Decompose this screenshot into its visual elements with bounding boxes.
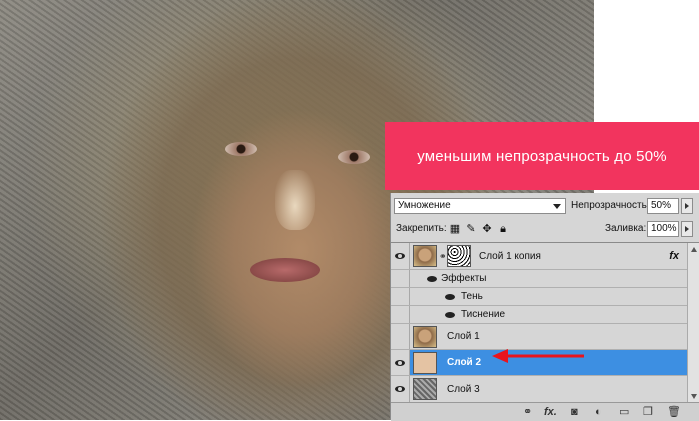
fill-label: Заливка: [605, 223, 647, 234]
effects-group-row[interactable]: Эффекты [391, 270, 687, 288]
workspace-background [594, 0, 699, 122]
nose [275, 170, 315, 230]
layer-thumbnail [413, 352, 437, 374]
lock-label: Закрепить: [396, 223, 447, 234]
lock-move-icon[interactable]: ✥ [481, 221, 493, 237]
layer-name: Слой 3 [447, 384, 480, 395]
opacity-label: Непрозрачность: [571, 200, 650, 211]
layer-name: Слой 1 копия [479, 251, 541, 262]
layer-row[interactable]: Слой 1 [391, 324, 687, 350]
layer-name: Слой 2 [447, 357, 482, 368]
layer-thumbnail [413, 378, 437, 400]
scroll-up-icon[interactable] [691, 247, 697, 252]
lock-transparency-icon[interactable]: ▦ [449, 221, 461, 237]
blend-mode-select[interactable]: Умножение [394, 198, 566, 214]
blend-mode-value: Умножение [398, 200, 451, 211]
layer-thumbnail [413, 245, 437, 267]
new-group-icon[interactable]: ▭ [619, 405, 629, 419]
annotation-banner: уменьшим непрозрачность до 50% [385, 122, 699, 190]
left-eye [225, 142, 257, 156]
layers-panel: Умножение Непрозрачность: 50% Закрепить:… [390, 193, 699, 421]
annotation-text: уменьшим непрозрачность до 50% [417, 147, 667, 165]
shadow-eye-icon[interactable] [445, 291, 455, 303]
fill-slider-button[interactable] [681, 221, 693, 237]
scroll-down-icon[interactable] [691, 394, 697, 399]
visibility-spacer [391, 270, 410, 287]
lock-row: Закрепить: ▦ ✎ ✥ 🔒︎ Заливка: 100% [391, 221, 699, 239]
lock-all-icon[interactable]: 🔒︎ [497, 221, 509, 237]
layer-row[interactable]: ⚭ Слой 1 копия fx [391, 243, 687, 270]
fx-icon[interactable]: fx [669, 250, 679, 262]
lock-paint-icon[interactable]: ✎ [465, 221, 477, 237]
visibility-toggle[interactable] [391, 376, 410, 402]
blend-row: Умножение Непрозрачность: 50% [391, 198, 699, 216]
eye-icon [395, 253, 405, 259]
visibility-toggle[interactable] [391, 324, 410, 349]
layers-scrollbar[interactable] [687, 243, 699, 403]
layers-bottom-toolbar: ⚭ fx. ◙ ◐ ▭ ❐ 🗑︎ [391, 402, 699, 421]
delete-layer-icon[interactable]: 🗑︎ [667, 405, 681, 419]
visibility-spacer [391, 288, 410, 305]
eye-icon [395, 386, 405, 392]
add-mask-icon[interactable]: ◙ [571, 405, 578, 419]
fill-field[interactable]: 100% [647, 221, 679, 237]
right-eye [338, 150, 370, 164]
emboss-eye-icon[interactable] [445, 309, 455, 321]
layer-thumbnail [413, 326, 437, 348]
eye-icon [395, 359, 405, 366]
visibility-spacer [391, 306, 410, 323]
lock-icons: ▦ ✎ ✥ 🔒︎ [449, 221, 509, 237]
layer-name: Слой 1 [447, 331, 480, 342]
effects-eye-icon[interactable] [427, 273, 437, 285]
new-layer-icon[interactable]: ❐ [643, 405, 653, 419]
opacity-slider-button[interactable] [681, 198, 693, 214]
layers-list: ⚭ Слой 1 копия fx Эффекты Тень Тиснение … [391, 242, 699, 403]
add-style-icon[interactable]: fx. [544, 405, 557, 419]
mouth [250, 258, 320, 282]
effects-label: Эффекты [441, 273, 487, 284]
visibility-toggle[interactable] [391, 350, 410, 375]
effect-row[interactable]: Тень [391, 288, 687, 306]
opacity-field[interactable]: 50% [647, 198, 679, 214]
annotation-arrow-icon [492, 349, 584, 363]
effect-name: Тень [461, 291, 483, 302]
link-layers-icon[interactable]: ⚭ [523, 405, 532, 419]
layer-mask-thumbnail [447, 245, 471, 267]
effect-row[interactable]: Тиснение [391, 306, 687, 324]
visibility-toggle[interactable] [391, 243, 410, 269]
link-icon: ⚭ [439, 251, 447, 261]
layer-row[interactable]: Слой 3 [391, 376, 687, 403]
adjustment-layer-icon[interactable]: ◐ [595, 405, 602, 419]
effect-name: Тиснение [461, 309, 506, 320]
chevron-down-icon [553, 204, 561, 209]
